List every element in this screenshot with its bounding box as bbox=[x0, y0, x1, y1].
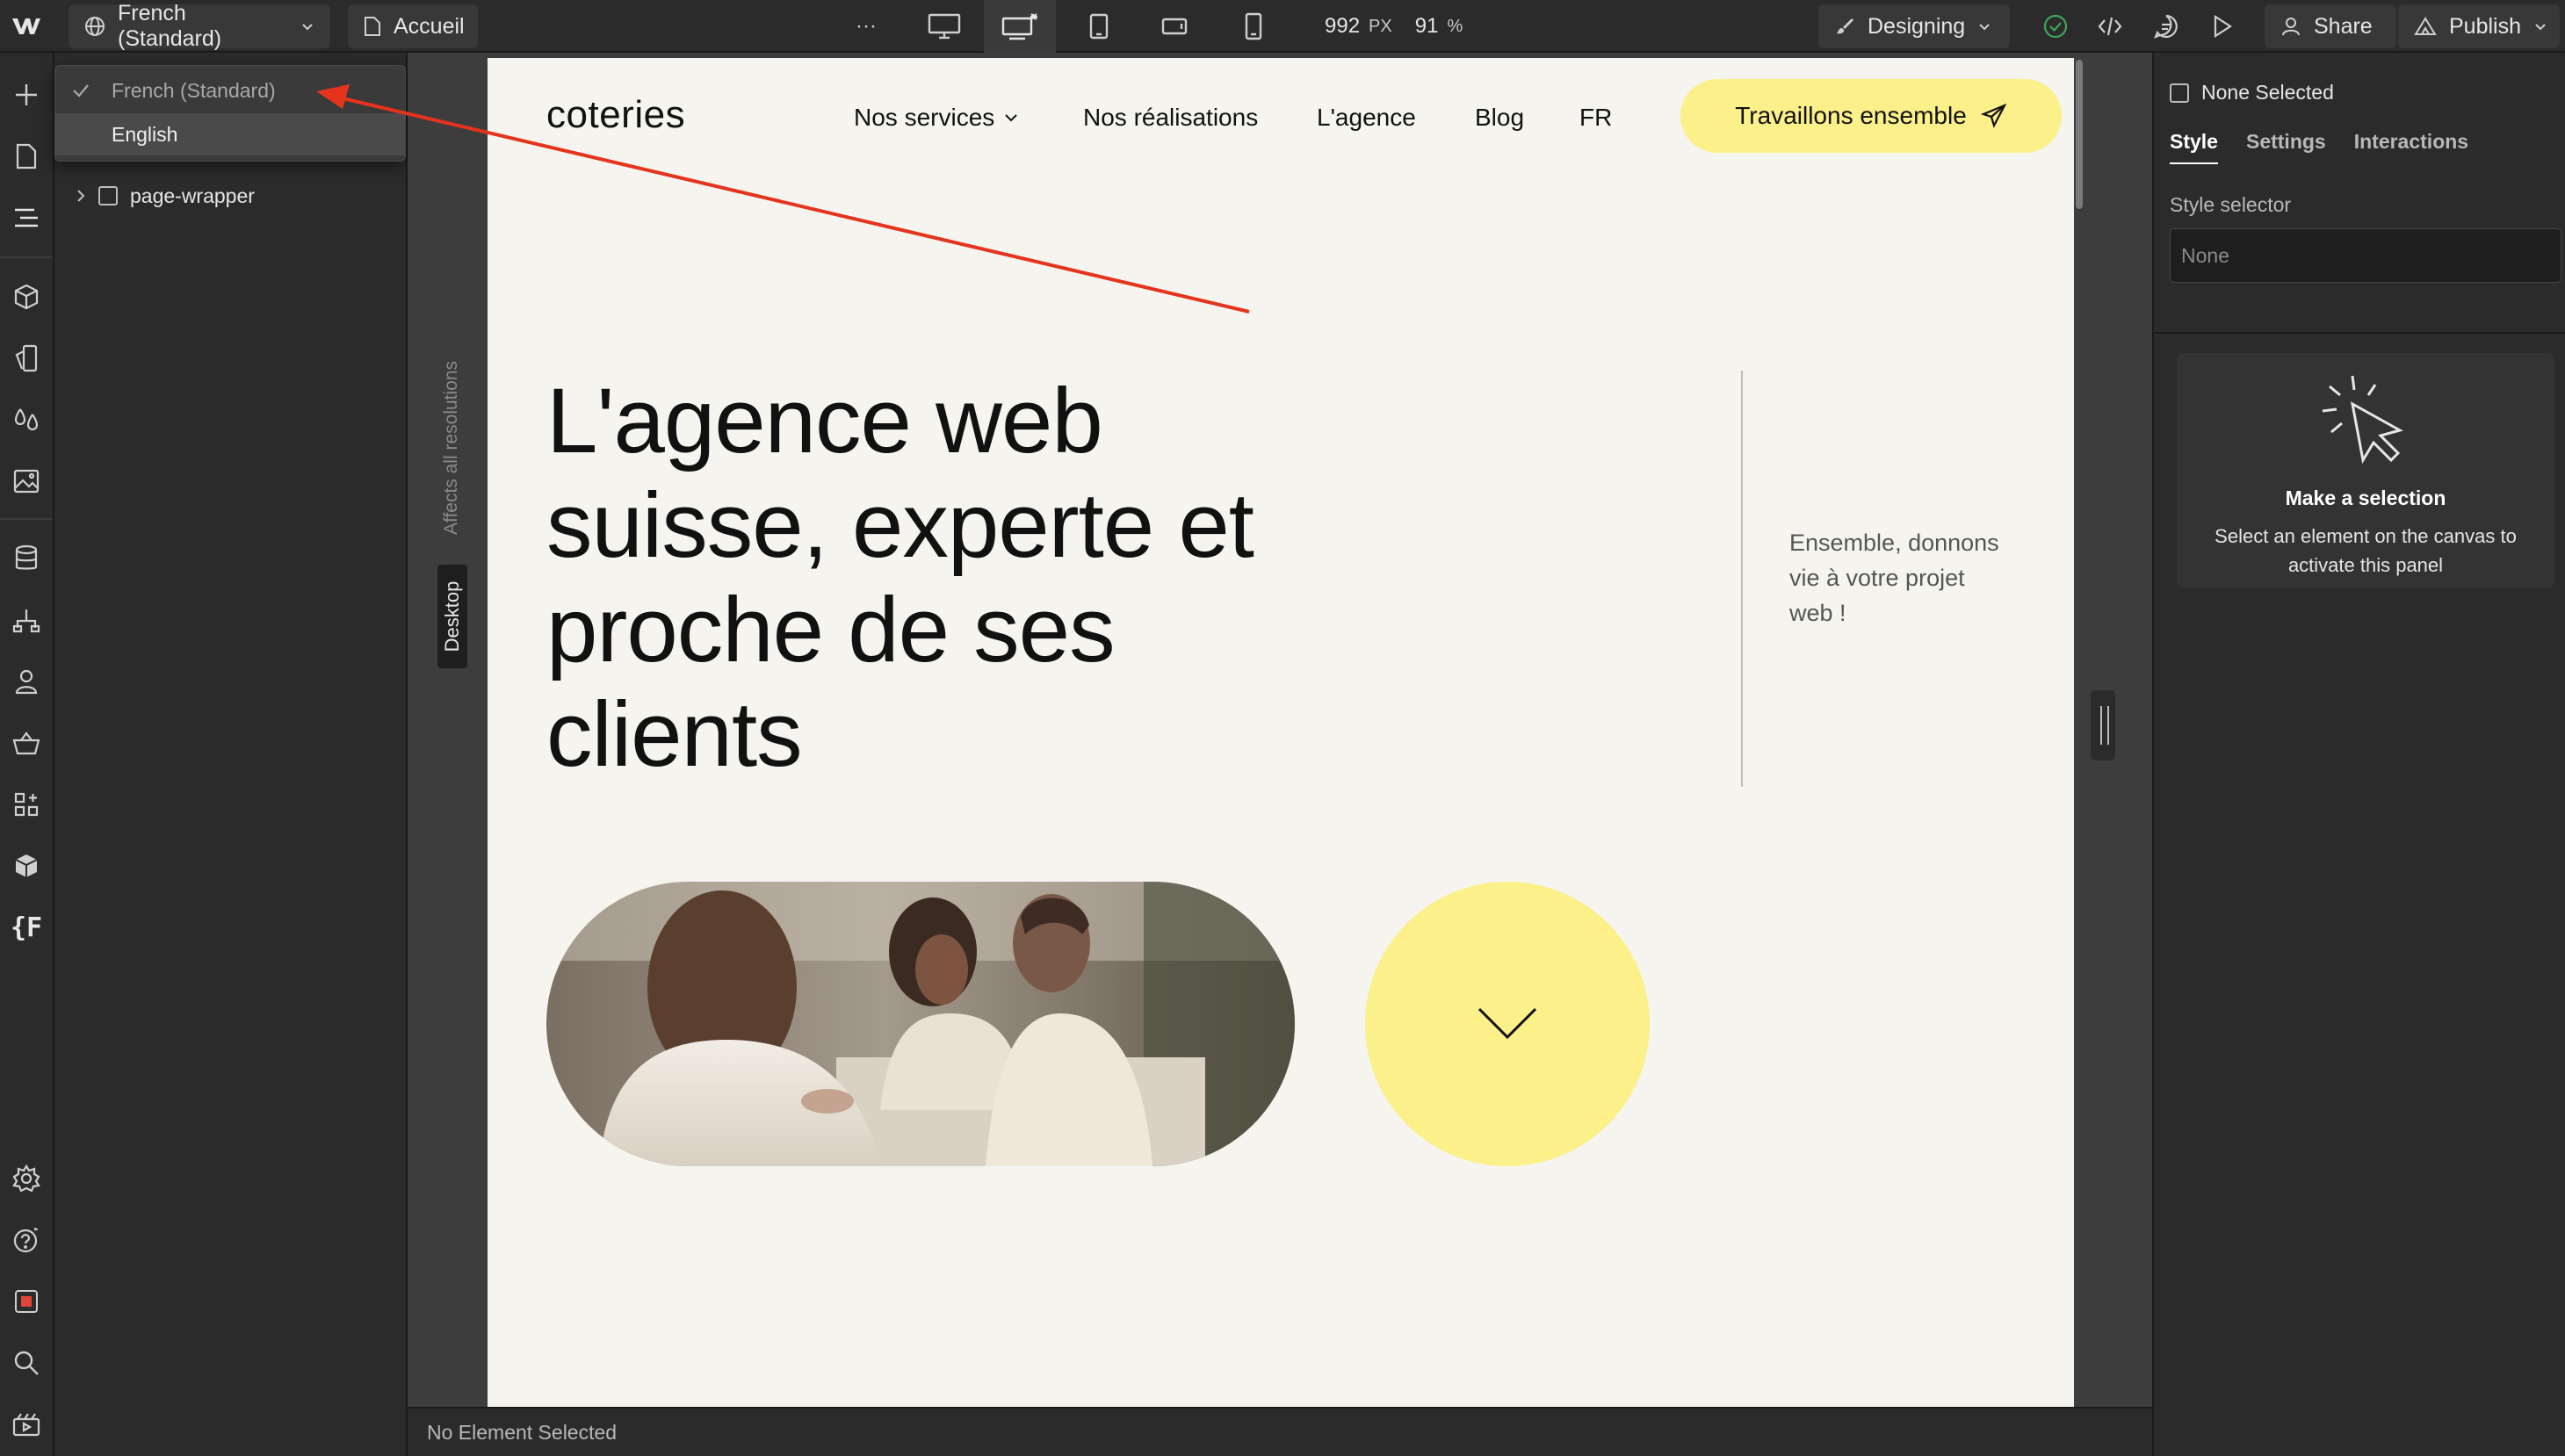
annotation-arrow bbox=[316, 84, 1250, 314]
